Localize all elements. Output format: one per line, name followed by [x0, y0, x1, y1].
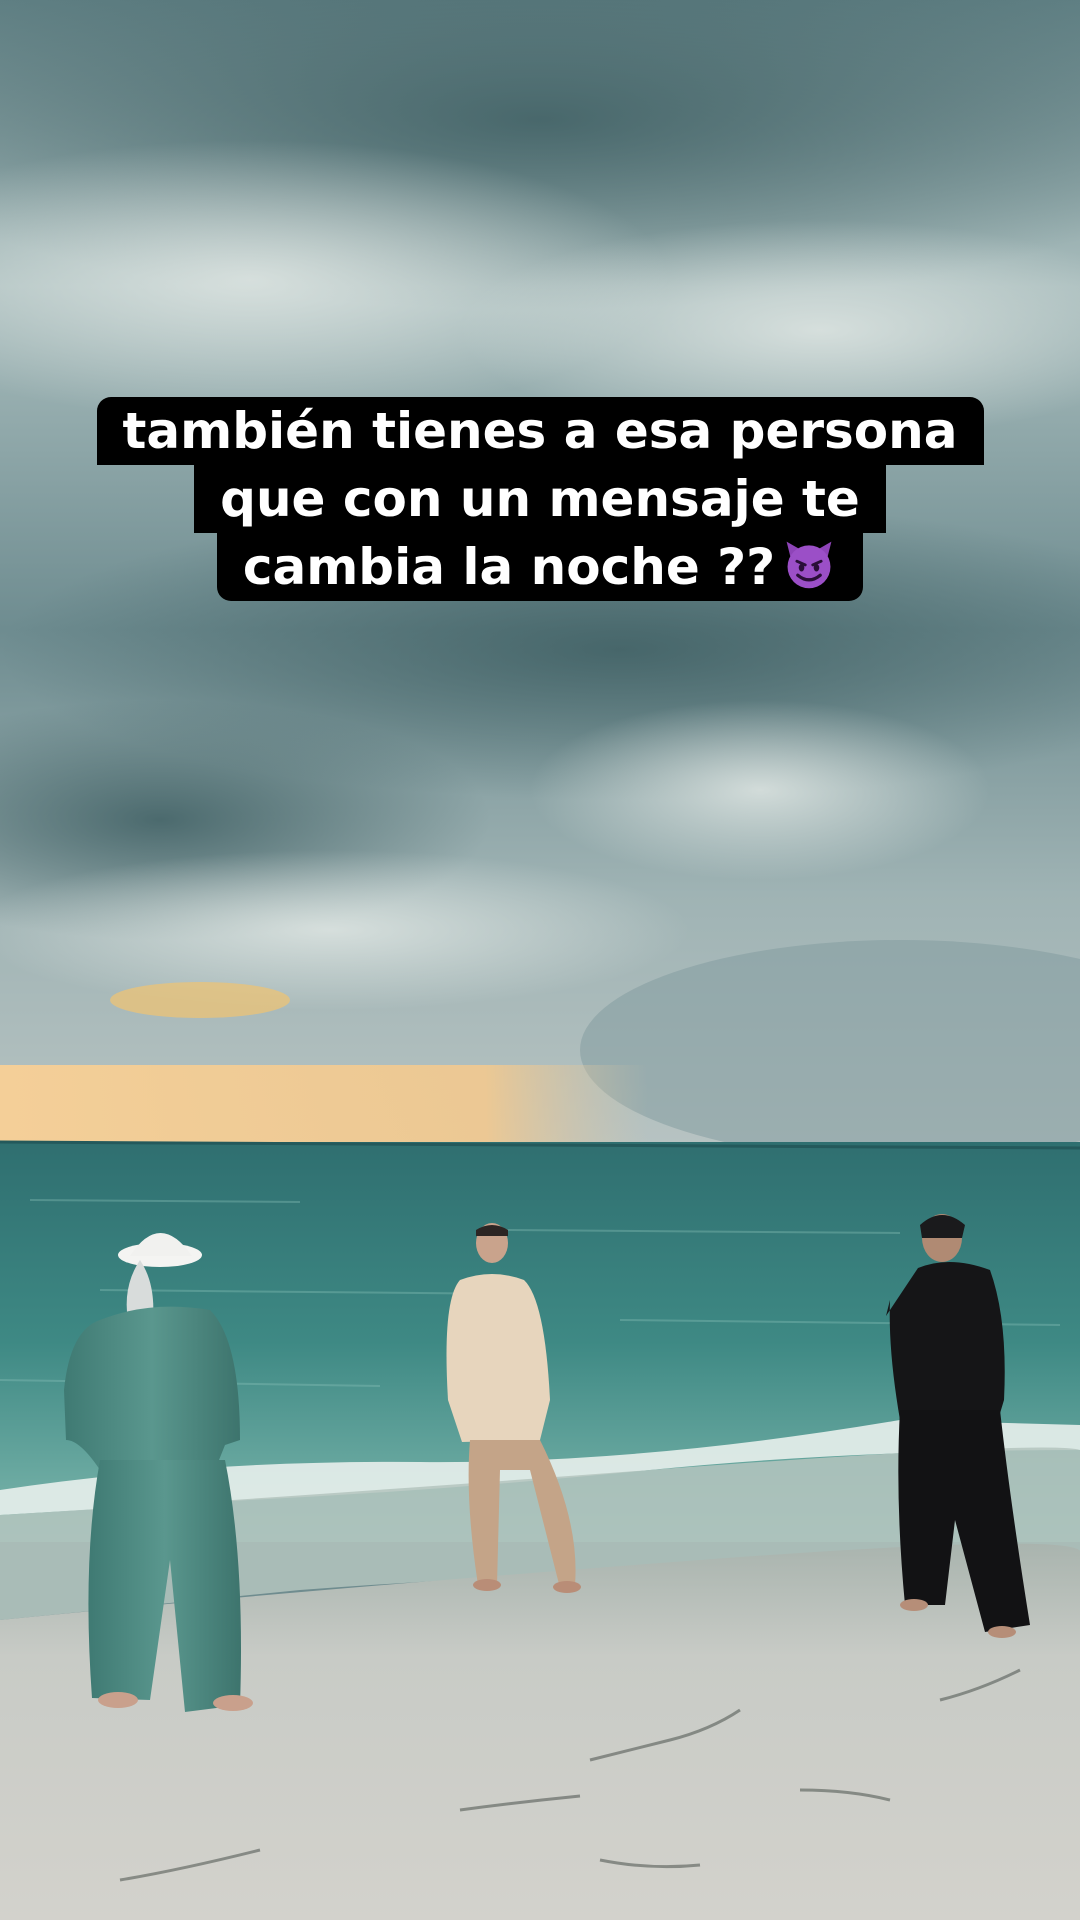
- caption-overlay: también tienes a esa persona que con un …: [0, 397, 1080, 601]
- caption-line-1: también tienes a esa persona: [96, 397, 984, 465]
- caption-line-3: cambia la noche ??: [216, 533, 864, 601]
- caption-line-3-text: cambia la noche ??: [242, 538, 776, 596]
- beach-photo: [0, 0, 1080, 1920]
- smiling-devil-emoji-icon: [786, 541, 832, 589]
- caption-line-2: que con un mensaje te: [194, 465, 886, 533]
